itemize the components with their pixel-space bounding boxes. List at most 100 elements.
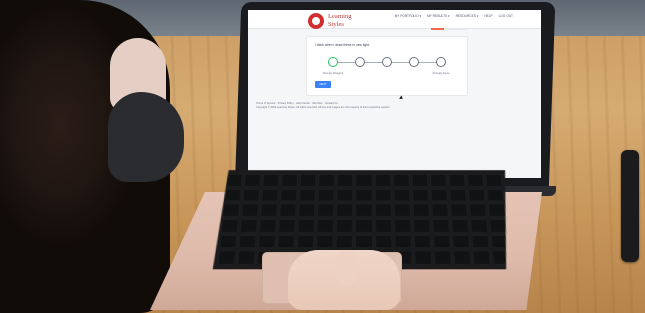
likert-left-label: Strongly Disagree (322, 72, 344, 75)
nav-item-help[interactable]: HELP (484, 14, 492, 18)
keyboard-key (468, 189, 486, 202)
keyboard-key (317, 219, 335, 233)
keyboard-key (394, 235, 412, 249)
keyboard-key (217, 251, 236, 265)
keyboard-key (486, 189, 504, 202)
next-button-label: NEXT (319, 83, 327, 86)
keyboard-key (412, 204, 430, 217)
keyboard-key (261, 189, 279, 202)
brand-logo-icon[interactable] (308, 13, 324, 29)
keyboard-key (411, 174, 428, 187)
nav-item-my-results[interactable]: MY RESULTS ▾ (427, 14, 450, 18)
keyboard-key (430, 189, 448, 202)
keyboard-key (298, 204, 316, 217)
keyboard-key (318, 174, 335, 187)
keyboard-key (451, 219, 469, 233)
keyboard-key (260, 204, 278, 217)
keyboard-key (221, 219, 239, 233)
question-card: I think when I draw these in new light. … (306, 36, 468, 96)
keyboard-key (224, 189, 242, 202)
keyboard-key (316, 235, 334, 249)
keyboard-key (280, 189, 298, 202)
brand-logo-inner (312, 17, 320, 25)
likert-option-4[interactable] (409, 57, 419, 67)
keyboard-key (414, 251, 432, 265)
person-finger (335, 251, 357, 285)
keyboard-key (375, 235, 393, 249)
keyboard-key (432, 219, 450, 233)
brand-name[interactable]: Learning Styles (328, 13, 352, 28)
keyboard-key (413, 219, 431, 233)
keyboard-key (412, 189, 429, 202)
keyboard-key (431, 204, 449, 217)
keyboard-key (448, 174, 465, 187)
keyboard-key (467, 174, 485, 187)
laptop-screen: Learning Styles MY PORTFOLIO ▾ MY RESULT… (248, 10, 541, 178)
keyboard-key (489, 219, 507, 233)
keyboard-key (375, 219, 392, 233)
likert-option-2[interactable] (355, 57, 365, 67)
keyboard-key (471, 235, 489, 249)
keyboard-key (336, 235, 354, 249)
keyboard-key (337, 174, 354, 187)
keyboard-key (449, 189, 467, 202)
next-button[interactable]: NEXT (315, 81, 331, 88)
quiz-progress-fill (431, 28, 444, 30)
keyboard-key (433, 251, 451, 265)
mouse-cursor-icon (399, 95, 404, 101)
keyboard-key (278, 219, 296, 233)
keyboard-key (336, 219, 353, 233)
keyboard-key (374, 189, 391, 202)
keyboard-key (469, 204, 487, 217)
brand-line-2: Styles (328, 20, 344, 28)
keyboard-key (279, 204, 297, 217)
keyboard-key (337, 189, 354, 202)
keyboard-key (244, 174, 262, 187)
keyboard-key (299, 189, 316, 202)
footer-copyright: Copyright © 2020 Learning Styles. All ri… (256, 105, 391, 109)
likert-scale: Strongly Disagree Strongly Agree (323, 55, 450, 75)
keyboard-key (374, 174, 391, 187)
site-header: Learning Styles MY PORTFOLIO ▾ MY RESULT… (248, 10, 541, 30)
keyboard-key (356, 189, 373, 202)
keyboard-key (298, 219, 316, 233)
keyboard-key (433, 235, 451, 249)
keyboard-key (300, 174, 317, 187)
top-nav: MY PORTFOLIO ▾ MY RESULTS ▾ RESOURCES ▾ … (395, 14, 513, 18)
keyboard-key (355, 235, 372, 249)
keyboard-key (393, 189, 410, 202)
keyboard-key (317, 204, 334, 217)
keyboard-key (472, 251, 491, 265)
keyboard-key (450, 204, 468, 217)
keyboard-key (262, 174, 279, 187)
keyboard-key (393, 204, 410, 217)
keyboard-key (485, 174, 503, 187)
keyboard-key (297, 235, 315, 249)
keyboard-key (413, 235, 431, 249)
likert-option-5[interactable] (436, 57, 446, 67)
keyboard-key (356, 174, 373, 187)
keyboard-key (281, 174, 298, 187)
brand-line-1: Learning (328, 13, 352, 20)
nav-item-log-out[interactable]: LOG OUT (499, 14, 513, 18)
keyboard-key (452, 235, 470, 249)
keyboard-key (488, 204, 506, 217)
keyboard-key (453, 251, 471, 265)
keyboard-key (240, 219, 258, 233)
nav-item-resources[interactable]: RESOURCES ▾ (456, 14, 479, 18)
keyboard-key (258, 235, 276, 249)
likert-option-1[interactable] (328, 57, 338, 67)
keyboard-key (355, 219, 372, 233)
keyboard-key (277, 235, 295, 249)
nav-item-my-portfolio[interactable]: MY PORTFOLIO ▾ (395, 14, 421, 18)
keyboard-key (470, 219, 488, 233)
phone (621, 150, 639, 262)
keyboard-key (318, 189, 335, 202)
keyboard-key (222, 204, 240, 217)
keyboard-key (219, 235, 238, 249)
likert-option-3[interactable] (382, 57, 392, 67)
keyboard-key (238, 235, 256, 249)
photo-scene: Learning Styles MY PORTFOLIO ▾ MY RESULT… (0, 0, 645, 313)
keyboard-key (241, 204, 259, 217)
question-text: I think when I draw these in new light. (315, 43, 370, 47)
